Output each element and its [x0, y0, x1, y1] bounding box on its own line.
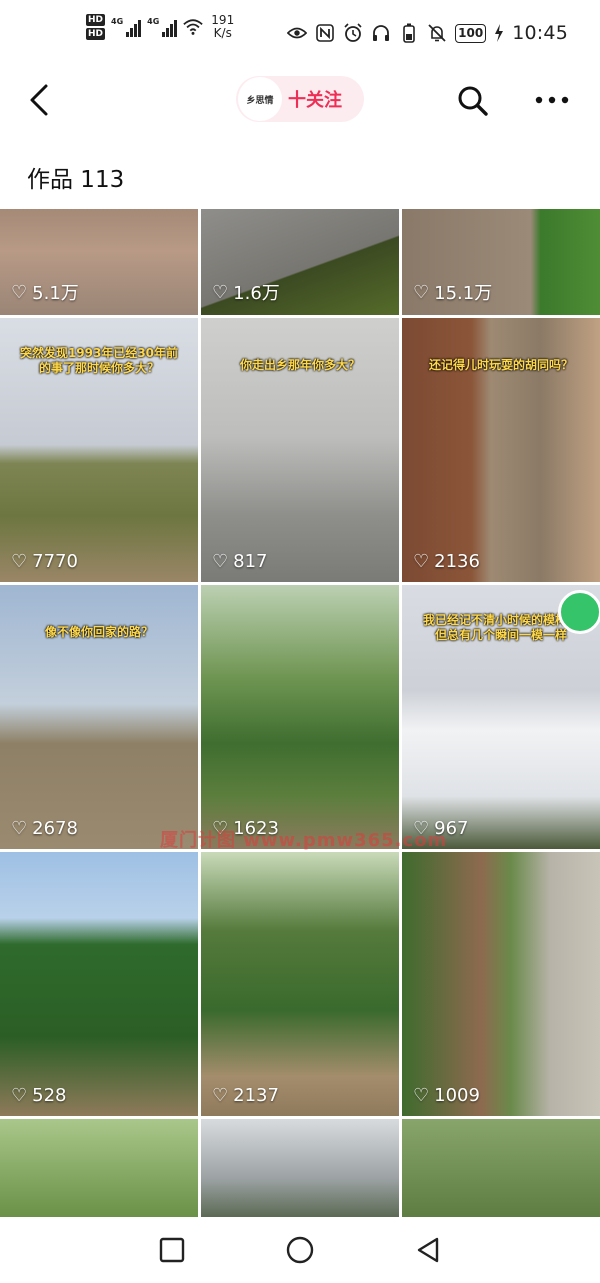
home-button[interactable] [285, 1235, 315, 1265]
like-count-value: 2136 [434, 551, 480, 572]
square-icon [159, 1237, 185, 1263]
heart-icon: ♡ [413, 281, 430, 303]
mute-bell-icon [427, 23, 447, 43]
back-arrow-icon [30, 84, 48, 116]
video-tile[interactable]: ♡ 1009 [402, 852, 600, 1116]
video-tile[interactable]: 像不像你回家的路？ ♡ 2678 [0, 585, 198, 849]
heart-icon: ♡ [212, 1085, 229, 1106]
video-caption: 突然发现1993年已经30年前的事了那时候你多大？ [19, 346, 179, 375]
circle-icon [286, 1236, 314, 1264]
triangle-icon [417, 1237, 439, 1263]
like-count-value: 1009 [434, 1085, 480, 1106]
video-grid: ♡ 5.1万 ♡ 1.6万 ♡ 15.1万 突然发现1993年已经30年前的事了那时候… [0, 209, 600, 1217]
alarm-icon [343, 23, 363, 43]
video-tile[interactable]: 突然发现1993年已经30年前的事了那时候你多大？ ♡ 7770 [0, 318, 198, 582]
headphones-icon [371, 23, 391, 43]
status-right: 100 10:45 [287, 22, 568, 44]
top-nav: 乡思情 十关注 [0, 62, 600, 138]
watermark: 厦门计图 www.pmw365.com [160, 830, 448, 851]
nfc-icon [315, 23, 335, 43]
status-bar: HD HD 4G 4G 191 K/s 100 10:45 [0, 0, 600, 62]
wechat-icon [558, 590, 600, 634]
hd-badges: HD HD [86, 14, 106, 40]
like-count: ♡ 528 [11, 1085, 67, 1106]
video-tile[interactable]: ♡ 5.1万 [0, 209, 198, 315]
back-button[interactable] [22, 80, 58, 120]
video-caption: 像不像你回家的路？ [44, 625, 153, 639]
heart-icon: ♡ [11, 551, 28, 572]
video-tile[interactable] [0, 1119, 198, 1217]
charging-icon [494, 23, 504, 43]
eye-icon [287, 23, 308, 43]
heart-icon: ♡ [11, 281, 28, 303]
network-label-2: 4G [147, 17, 160, 26]
battery-small-icon [399, 23, 419, 43]
network-speed: 191 K/s [211, 14, 234, 40]
heart-icon: ♡ [413, 1085, 430, 1106]
works-count-title: 作品 113 [27, 167, 125, 193]
video-caption: 你走出乡那年你多大？ [239, 358, 360, 372]
heart-icon: ♡ [11, 1085, 28, 1106]
video-tile[interactable] [201, 1119, 399, 1217]
video-tile[interactable]: 还记得儿时玩耍的胡同吗？ ♡ 2136 [402, 318, 600, 582]
hd-badge-2: HD [86, 28, 106, 40]
heart-icon: ♡ [212, 281, 229, 303]
recent-apps-button[interactable] [157, 1235, 187, 1265]
follow-button[interactable]: 乡思情 十关注 [236, 76, 364, 122]
search-button[interactable] [456, 84, 490, 118]
network-label-1: 4G [111, 17, 124, 26]
follow-label: 十关注 [288, 90, 342, 111]
like-count: ♡ 7770 [11, 551, 78, 572]
video-tile[interactable]: ♡ 1.6万 [201, 209, 399, 315]
video-tile[interactable]: 你走出乡那年你多大？ ♡ 817 [201, 318, 399, 582]
like-count-value: 817 [233, 551, 268, 572]
status-left: HD HD 4G 4G 191 K/s [86, 14, 234, 40]
like-count: ♡ 2678 [11, 818, 78, 839]
like-count-value: 528 [32, 1085, 67, 1106]
like-count-value: 1.6万 [233, 283, 280, 304]
avatar: 乡思情 [238, 77, 282, 121]
like-count: ♡ 5.1万 [11, 279, 79, 305]
like-count-value: 15.1万 [434, 283, 493, 304]
clock: 10:45 [512, 22, 568, 44]
like-count: ♡ 1.6万 [212, 279, 280, 305]
like-count-value: 2678 [32, 818, 78, 839]
more-button[interactable] [532, 90, 572, 110]
video-tile[interactable]: ♡ 15.1万 [402, 209, 600, 315]
heart-icon: ♡ [11, 818, 28, 839]
system-nav-bar [0, 1217, 600, 1283]
signal-1-icon: 4G [111, 17, 142, 37]
like-count-value: 5.1万 [32, 283, 79, 304]
like-count: ♡ 2137 [212, 1085, 279, 1106]
video-caption: 还记得儿时玩耍的胡同吗？ [428, 358, 573, 372]
like-count-value: 2137 [233, 1085, 279, 1106]
video-tile[interactable] [402, 1119, 600, 1217]
wifi-icon [183, 17, 203, 37]
like-count-value: 7770 [32, 551, 78, 572]
signal-2-icon: 4G [147, 17, 178, 37]
like-count: ♡ 2136 [413, 551, 480, 572]
video-tile[interactable]: ♡ 528 [0, 852, 198, 1116]
back-nav-button[interactable] [413, 1235, 443, 1265]
more-icon [535, 96, 569, 104]
heart-icon: ♡ [212, 551, 229, 572]
speed-unit: K/s [213, 26, 232, 40]
video-tile[interactable]: ♡ 2137 [201, 852, 399, 1116]
like-count: ♡ 817 [212, 551, 268, 572]
hd-badge-1: HD [86, 14, 106, 26]
heart-icon: ♡ [413, 551, 430, 572]
video-tile[interactable]: ♡ 1623 [201, 585, 399, 849]
battery-indicator: 100 [455, 23, 487, 43]
search-icon [458, 86, 488, 116]
like-count: ♡ 15.1万 [413, 279, 492, 305]
like-count: ♡ 1009 [413, 1085, 480, 1106]
